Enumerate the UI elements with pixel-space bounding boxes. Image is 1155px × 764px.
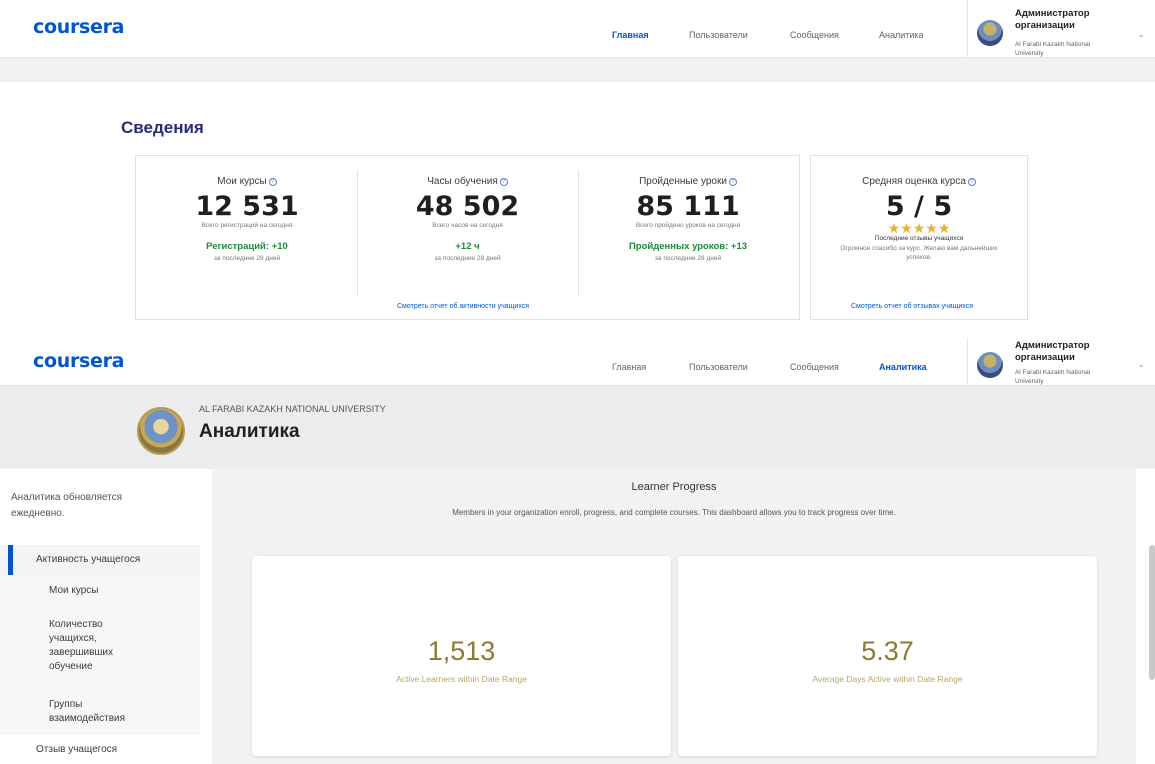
overview-title: Сведения bbox=[121, 118, 204, 137]
star-icon: ★ bbox=[937, 220, 951, 236]
stat-learning-hours: Часы обучения? 48 502 Всего часов на сег… bbox=[357, 176, 578, 262]
university-name: AL FARABI KAZAKH NATIONAL UNIVERSITY bbox=[199, 404, 386, 414]
stat-label: Часы обучения bbox=[427, 176, 498, 187]
chevron-down-icon[interactable]: ⌄ bbox=[1138, 30, 1145, 39]
top-strip bbox=[0, 58, 1155, 82]
stat-delta: Пройденных уроков: +13 bbox=[628, 241, 748, 252]
dashboard-title: Learner Progress bbox=[631, 481, 717, 493]
question-circle-icon[interactable]: ? bbox=[499, 178, 508, 186]
nav-divider bbox=[967, 338, 968, 386]
stat-delta: +12 ч bbox=[455, 241, 480, 252]
star-rating: ★★★★★ bbox=[810, 220, 1028, 236]
stat-delta: Регистраций: +10 bbox=[206, 241, 288, 252]
nav-users[interactable]: Пользователи bbox=[689, 362, 748, 372]
stat-sub: Всего регистраций на сегодня bbox=[201, 222, 293, 229]
org-avatar[interactable] bbox=[977, 352, 1003, 378]
stat-sub: Всего пройдено уроков на сегодня bbox=[635, 222, 741, 229]
review-text: Огромное спасибо за курс. Желаю вам даль… bbox=[840, 245, 998, 261]
rating-block: Средняя оценка курса? 5 / 5 ★★★★★ Послед… bbox=[810, 176, 1028, 262]
sidebar-item-learner-feedback[interactable]: Отзыв учащегося bbox=[36, 743, 176, 757]
metric-value: 1,513 bbox=[427, 636, 496, 666]
page-title: Аналитика bbox=[199, 421, 300, 442]
star-icon: ★ bbox=[887, 220, 901, 236]
coursera-logo[interactable]: coursera bbox=[33, 16, 125, 38]
stat-label: Мои курсы bbox=[217, 176, 267, 187]
sidebar-item-learner-activity[interactable]: Активность учащегося bbox=[36, 553, 176, 567]
nav-analytics[interactable]: Аналитика bbox=[879, 30, 924, 40]
stat-value: 12 531 bbox=[195, 191, 299, 222]
question-circle-icon[interactable]: ? bbox=[728, 178, 737, 186]
org-avatar[interactable] bbox=[977, 20, 1003, 46]
admin-title[interactable]: Администратор организации bbox=[1015, 340, 1125, 364]
stat-label: Пройденные уроки bbox=[639, 176, 727, 187]
chevron-down-icon[interactable]: ⌄ bbox=[1138, 360, 1145, 369]
stat-value: 85 111 bbox=[636, 191, 740, 222]
stat-period: за последние 28 дней bbox=[213, 255, 281, 262]
admin-org: Al Farabi Kazakh National University bbox=[1015, 369, 1091, 385]
scrollbar-thumb[interactable] bbox=[1149, 545, 1155, 680]
question-circle-icon[interactable]: ? bbox=[268, 178, 277, 186]
sidebar-active-indicator bbox=[8, 545, 13, 575]
metric-value: 5.37 bbox=[861, 636, 914, 666]
reviews-report-link[interactable]: Смотреть отчет об отзывах учащихся bbox=[851, 303, 973, 310]
nav-analytics[interactable]: Аналитика bbox=[879, 362, 927, 372]
rating-label: Средняя оценка курса bbox=[862, 176, 966, 187]
stat-completed-lessons: Пройденные уроки? 85 111 Всего пройдено … bbox=[578, 176, 798, 262]
university-seal bbox=[137, 407, 185, 455]
stat-value: 48 502 bbox=[415, 191, 520, 222]
metric-label: Average Days Active within Date Range bbox=[812, 674, 963, 684]
nav-home[interactable]: Главная bbox=[612, 362, 646, 372]
nav-users[interactable]: Пользователи bbox=[689, 30, 748, 40]
sidebar-item-groups[interactable]: Группы взаимодействия bbox=[49, 698, 149, 726]
coursera-logo[interactable]: coursera bbox=[33, 350, 125, 372]
admin-title[interactable]: Администратор организации bbox=[1015, 8, 1125, 32]
activity-report-link[interactable]: Смотреть отчет об активности учащихся bbox=[397, 303, 529, 310]
nav-home[interactable]: Главная bbox=[612, 30, 649, 40]
rating-value: 5 / 5 bbox=[885, 191, 953, 222]
metric-label: Active Learners within Date Range bbox=[396, 674, 527, 684]
sidebar-item-my-courses[interactable]: Мои курсы bbox=[49, 584, 189, 598]
question-circle-icon[interactable]: ? bbox=[967, 178, 976, 186]
nav-divider bbox=[967, 0, 968, 58]
analytics-header: coursera Главная Пользователи Сообщения … bbox=[0, 338, 1155, 386]
nav-messages[interactable]: Сообщения bbox=[790, 362, 839, 372]
star-icon: ★ bbox=[900, 220, 913, 236]
star-icon: ★ bbox=[925, 220, 938, 236]
metric-card-active-learners: 1,513 Active Learners within Date Range bbox=[252, 556, 671, 756]
reviews-label: Последние отзывы учащихся bbox=[874, 235, 964, 242]
stat-period: за последние 28 дней bbox=[654, 255, 722, 262]
sidebar-info: Аналитика обновляется ежедневно. bbox=[11, 492, 123, 519]
star-icon: ★ bbox=[912, 220, 926, 236]
nav-messages[interactable]: Сообщения bbox=[790, 30, 839, 40]
stat-period: за последние 28 дней bbox=[434, 255, 501, 262]
sidebar-item-completions[interactable]: Количество учащихся, завершивших обучени… bbox=[49, 618, 144, 674]
metric-card-average-days: 5.37 Average Days Active within Date Ran… bbox=[678, 556, 1097, 756]
top-header: coursera Главная Пользователи Сообщения … bbox=[0, 0, 1155, 58]
stat-my-courses: Мои курсы? 12 531 Всего регистраций на с… bbox=[137, 176, 357, 262]
stat-sub: Всего часов на сегодня bbox=[432, 222, 503, 229]
admin-org: Al Farabi Kazakh National University bbox=[1015, 41, 1091, 57]
dashboard-description: Members in your organization enroll, pro… bbox=[452, 508, 896, 517]
